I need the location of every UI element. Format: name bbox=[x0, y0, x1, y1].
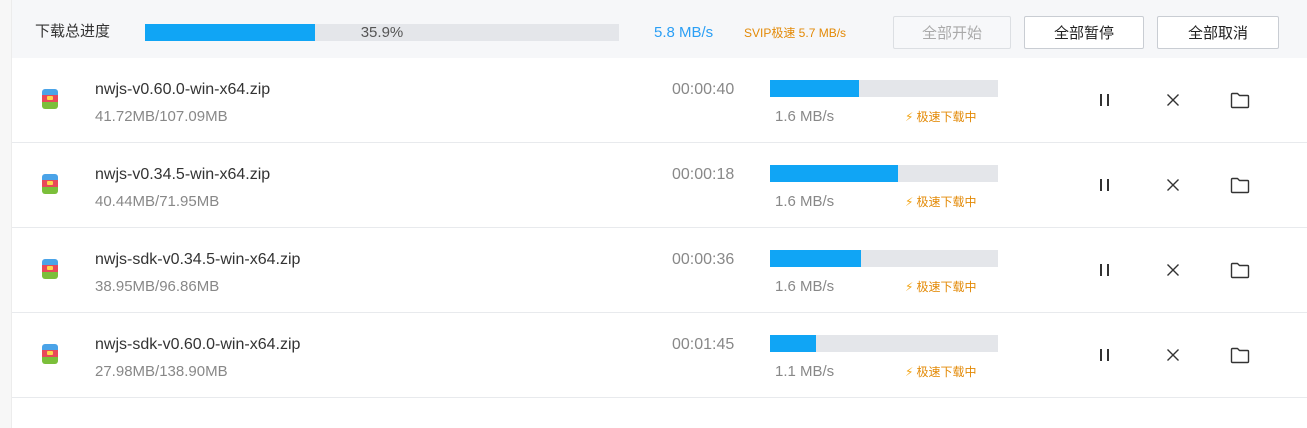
file-speed: 1.6 MB/s bbox=[775, 193, 835, 210]
pause-icon bbox=[1099, 179, 1109, 191]
fast-download-label: 极速下载中 bbox=[916, 195, 977, 209]
lightning-icon: ⚡ bbox=[905, 110, 914, 124]
pause-icon bbox=[1099, 94, 1109, 106]
start-all-button[interactable]: 全部开始 bbox=[893, 16, 1011, 49]
file-speed: 1.6 MB/s bbox=[775, 108, 835, 125]
lightning-icon: ⚡ bbox=[905, 365, 914, 379]
open-folder-button[interactable] bbox=[1227, 258, 1253, 282]
close-icon bbox=[1167, 264, 1179, 276]
download-row: nwjs-sdk-v0.34.5-win-x64.zip 38.95MB/96.… bbox=[12, 228, 1307, 313]
fast-download-tag: ⚡ 极速下载中 bbox=[905, 109, 976, 125]
header-title: 下载总进度 bbox=[35, 23, 111, 40]
file-speed: 1.6 MB/s bbox=[775, 278, 835, 295]
file-progress-fill bbox=[770, 250, 862, 267]
close-icon bbox=[1167, 94, 1179, 106]
pause-button[interactable] bbox=[1091, 343, 1117, 367]
pause-all-button[interactable]: 全部暂停 bbox=[1024, 16, 1144, 49]
folder-icon bbox=[1230, 177, 1250, 193]
fast-download-tag: ⚡ 极速下载中 bbox=[905, 194, 976, 210]
file-name: nwjs-v0.34.5-win-x64.zip bbox=[95, 166, 271, 183]
cancel-button[interactable] bbox=[1160, 258, 1186, 282]
total-speed: 5.8 MB/s bbox=[654, 24, 714, 41]
file-size: 40.44MB/71.95MB bbox=[95, 193, 220, 210]
file-name: nwjs-sdk-v0.60.0-win-x64.zip bbox=[95, 336, 301, 353]
total-progress-percent: 35.9% bbox=[360, 24, 404, 41]
fast-download-tag: ⚡ 极速下载中 bbox=[905, 364, 976, 380]
fast-download-tag: ⚡ 极速下载中 bbox=[905, 279, 976, 295]
pause-button[interactable] bbox=[1091, 173, 1117, 197]
download-row: nwjs-v0.60.0-win-x64.zip 41.72MB/107.09M… bbox=[12, 58, 1307, 143]
fast-download-label: 极速下载中 bbox=[916, 110, 977, 124]
download-header: 下载总进度 35.9% 5.8 MB/s SVIP极速 5.7 MB/s 全部开… bbox=[12, 0, 1307, 59]
cancel-all-button[interactable]: 全部取消 bbox=[1157, 16, 1279, 49]
download-list: nwjs-v0.60.0-win-x64.zip 41.72MB/107.09M… bbox=[12, 58, 1307, 398]
svip-speed: SVIP极速 5.7 MB/s bbox=[744, 26, 847, 40]
total-progress-bar: 35.9% bbox=[145, 24, 619, 41]
open-folder-button[interactable] bbox=[1227, 88, 1253, 112]
file-name: nwjs-sdk-v0.34.5-win-x64.zip bbox=[95, 251, 301, 268]
zip-archive-icon bbox=[42, 174, 58, 194]
lightning-icon: ⚡ bbox=[905, 195, 914, 209]
close-icon bbox=[1167, 179, 1179, 191]
file-progress-bar bbox=[770, 80, 998, 97]
fast-download-label: 极速下载中 bbox=[916, 365, 977, 379]
time-remaining: 00:01:45 bbox=[672, 336, 735, 353]
file-name: nwjs-v0.60.0-win-x64.zip bbox=[95, 81, 271, 98]
time-remaining: 00:00:36 bbox=[672, 251, 735, 268]
download-row: nwjs-v0.34.5-win-x64.zip 40.44MB/71.95MB… bbox=[12, 143, 1307, 228]
time-remaining: 00:00:18 bbox=[672, 166, 735, 183]
open-folder-button[interactable] bbox=[1227, 343, 1253, 367]
file-progress-fill bbox=[770, 80, 859, 97]
zip-archive-icon bbox=[42, 259, 58, 279]
time-remaining: 00:00:40 bbox=[672, 81, 735, 98]
file-size: 38.95MB/96.86MB bbox=[95, 278, 220, 295]
file-progress-bar bbox=[770, 165, 998, 182]
pause-icon bbox=[1099, 349, 1109, 361]
pause-button[interactable] bbox=[1091, 258, 1117, 282]
file-progress-bar bbox=[770, 335, 998, 352]
file-size: 41.72MB/107.09MB bbox=[95, 108, 228, 125]
file-progress-fill bbox=[770, 335, 816, 352]
file-size: 27.98MB/138.90MB bbox=[95, 363, 228, 380]
folder-icon bbox=[1230, 92, 1250, 108]
fast-download-label: 极速下载中 bbox=[916, 280, 977, 294]
close-icon bbox=[1167, 349, 1179, 361]
zip-archive-icon bbox=[42, 344, 58, 364]
folder-icon bbox=[1230, 347, 1250, 363]
cancel-button[interactable] bbox=[1160, 343, 1186, 367]
file-speed: 1.1 MB/s bbox=[775, 363, 835, 380]
pause-button[interactable] bbox=[1091, 88, 1117, 112]
file-progress-bar bbox=[770, 250, 998, 267]
pause-icon bbox=[1099, 264, 1109, 276]
zip-archive-icon bbox=[42, 89, 58, 109]
lightning-icon: ⚡ bbox=[905, 280, 914, 294]
left-panel-edge bbox=[0, 0, 12, 428]
open-folder-button[interactable] bbox=[1227, 173, 1253, 197]
download-row: nwjs-sdk-v0.60.0-win-x64.zip 27.98MB/138… bbox=[12, 313, 1307, 398]
folder-icon bbox=[1230, 262, 1250, 278]
file-progress-fill bbox=[770, 165, 898, 182]
cancel-button[interactable] bbox=[1160, 88, 1186, 112]
cancel-button[interactable] bbox=[1160, 173, 1186, 197]
